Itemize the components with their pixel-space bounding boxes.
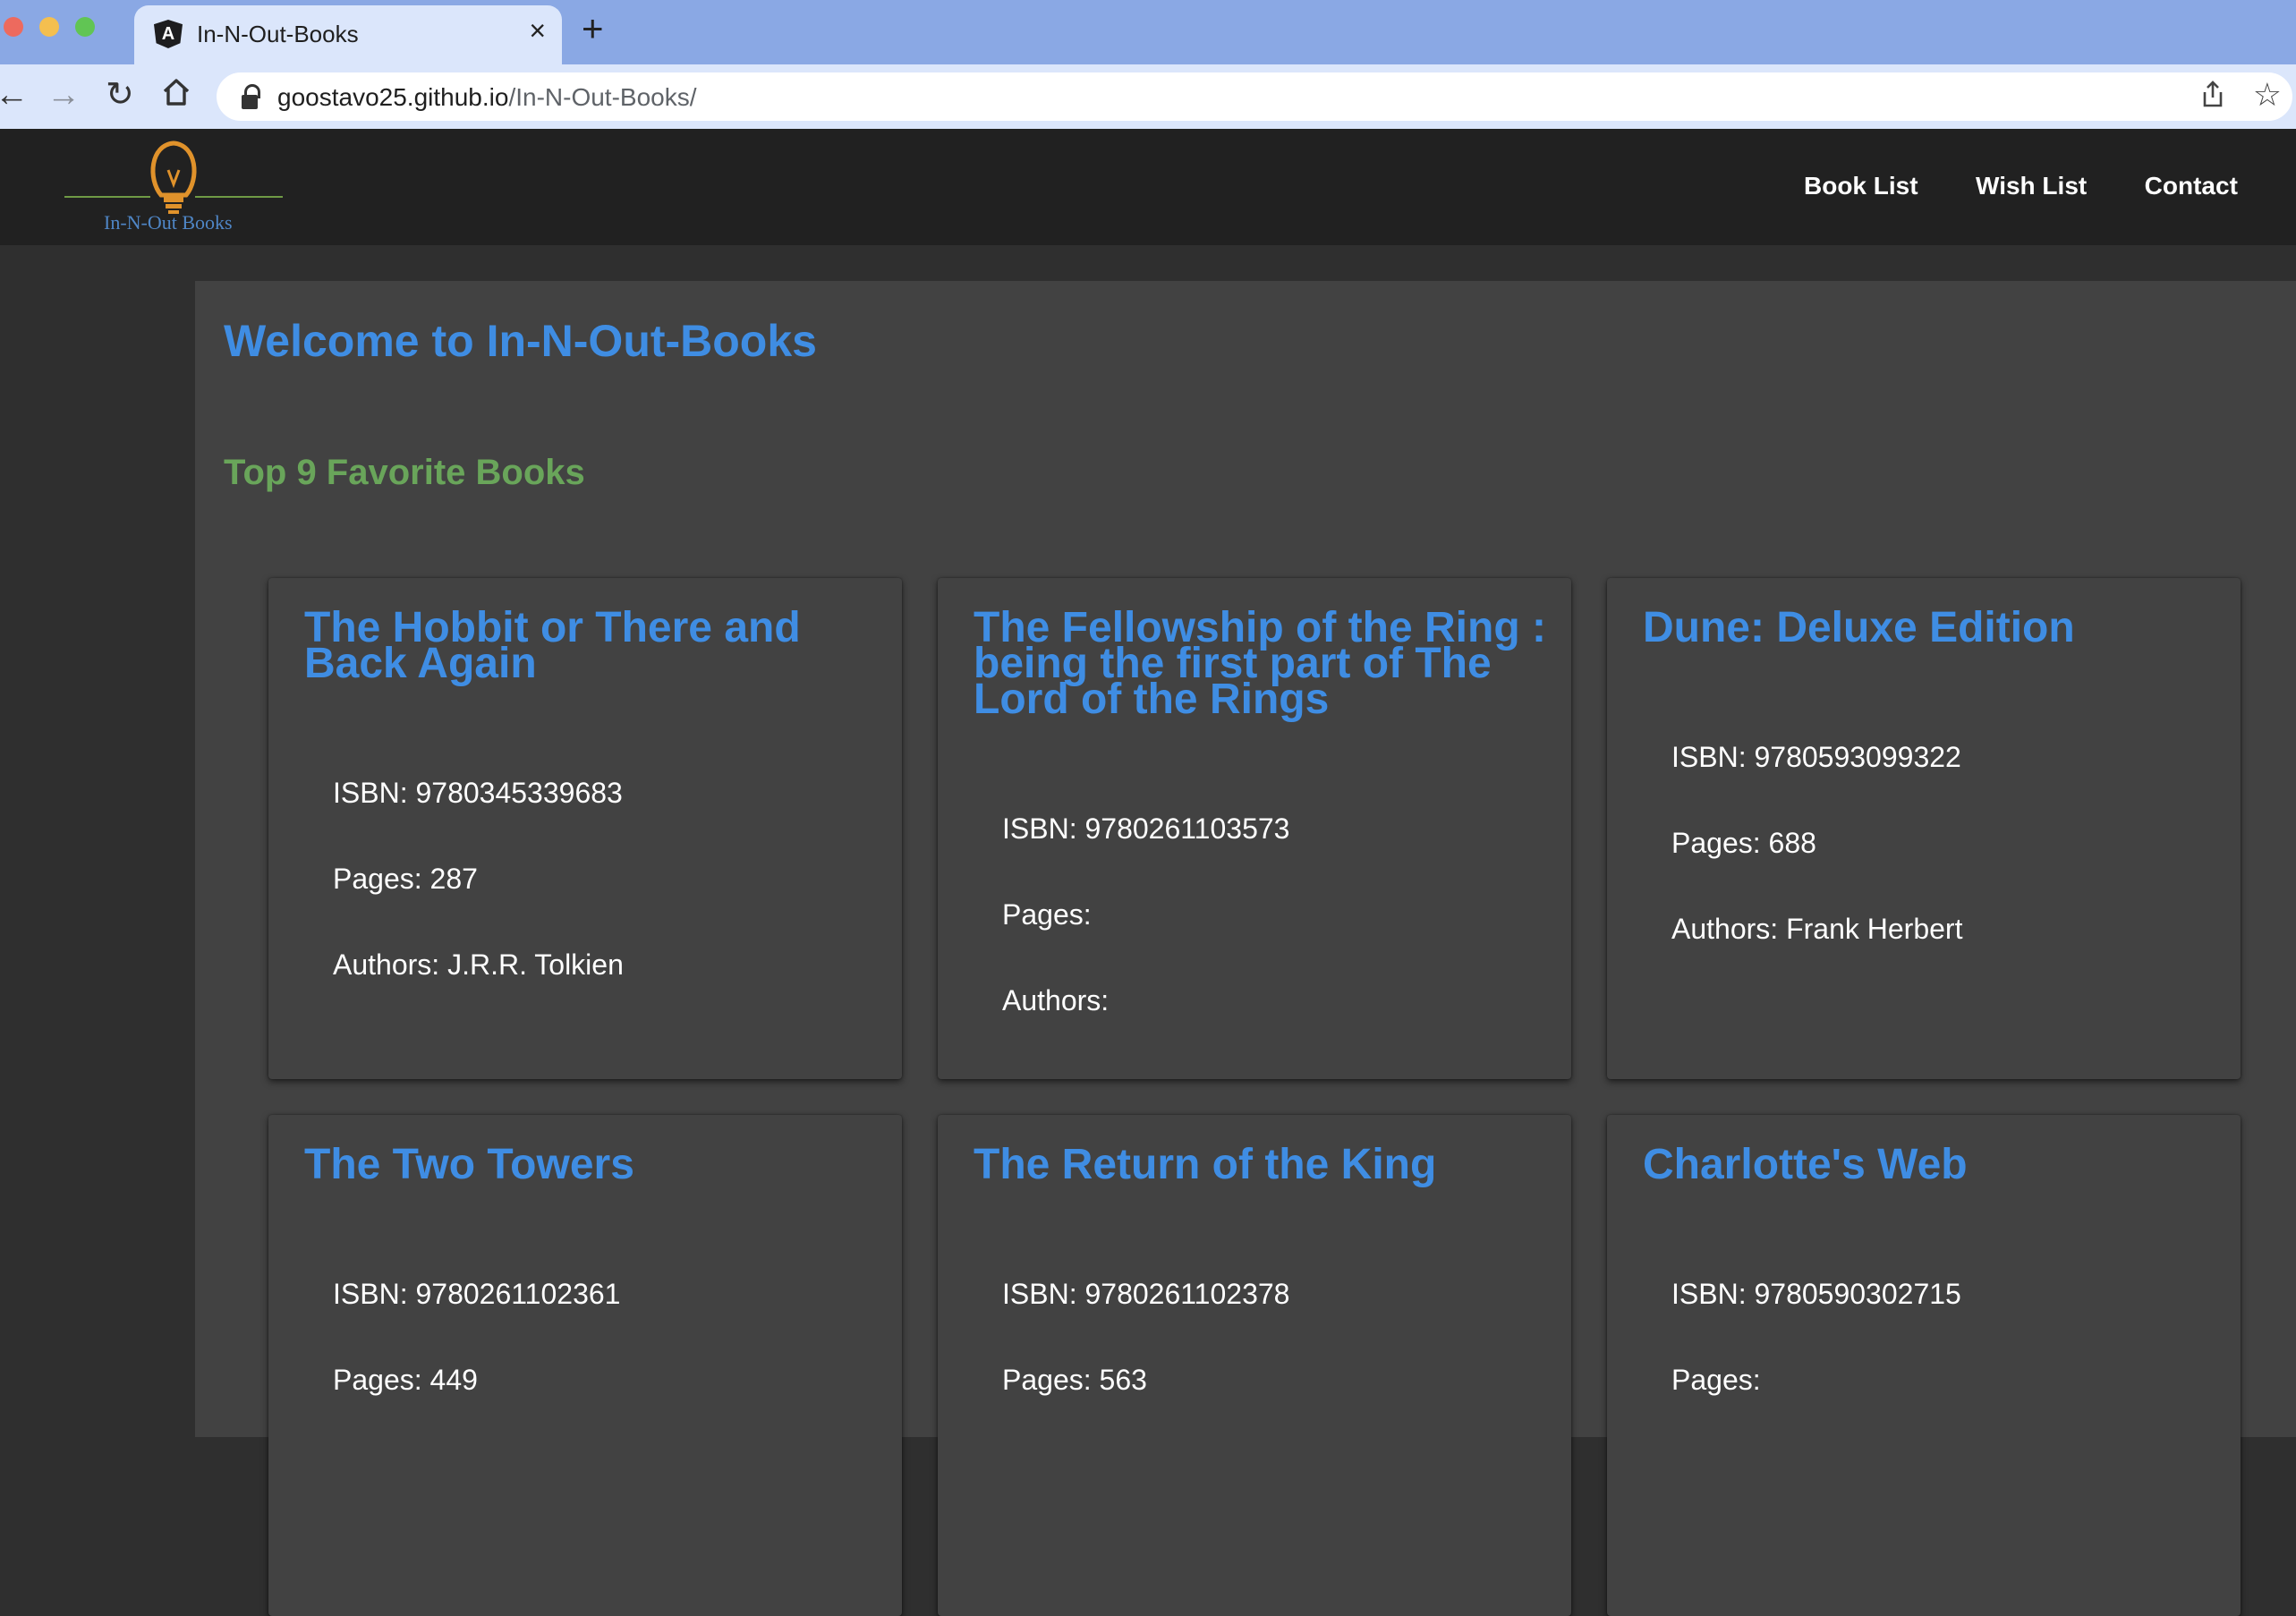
- site-header: In-N-Out Books Book List Wish List Conta…: [0, 129, 2296, 245]
- book-authors: Authors: J.R.R. Tolkien: [333, 948, 624, 981]
- browser-tab-strip: A In-N-Out-Books × +: [0, 0, 2296, 64]
- book-isbn: ISBN: 9780593099322: [1671, 741, 1961, 773]
- share-icon[interactable]: [2201, 80, 2224, 115]
- book-isbn: ISBN: 9780345339683: [333, 777, 623, 809]
- book-pages: Pages: 287: [333, 863, 478, 895]
- book-title[interactable]: Dune: Deluxe Edition: [1643, 607, 2215, 650]
- book-pages: Pages:: [1671, 1364, 1761, 1396]
- page-title: Welcome to In-N-Out-Books: [224, 316, 817, 366]
- window-zoom-dot[interactable]: [75, 17, 95, 37]
- book-title[interactable]: Charlotte's Web: [1643, 1144, 2215, 1186]
- book-pages: Pages: 563: [1002, 1364, 1147, 1396]
- section-subtitle: Top 9 Favorite Books: [224, 453, 585, 492]
- book-title[interactable]: The Return of the King: [974, 1144, 1546, 1186]
- home-icon[interactable]: [161, 77, 191, 115]
- url-text: goostavo25.github.io/In-N-Out-Books/: [277, 83, 697, 112]
- book-authors: Authors: Frank Herbert: [1671, 913, 1963, 945]
- window-minimize-dot[interactable]: [39, 17, 59, 37]
- book-title[interactable]: The Fellowship of the Ring : being the f…: [974, 607, 1546, 721]
- window-close-dot[interactable]: [4, 17, 23, 37]
- site-logo[interactable]: In-N-Out Books: [63, 134, 286, 242]
- lock-icon: [242, 84, 260, 109]
- site-nav: Book List Wish List Contact Ab: [1804, 172, 2296, 200]
- nav-wish-list[interactable]: Wish List: [1976, 172, 2087, 200]
- nav-contact[interactable]: Contact: [2145, 172, 2238, 200]
- reload-icon[interactable]: ↻: [106, 77, 134, 113]
- lightbulb-logo-icon: [64, 140, 283, 214]
- url-host: goostavo25.github.io: [277, 83, 509, 111]
- book-card[interactable]: Charlotte's Web ISBN: 9780590302715 Page…: [1607, 1115, 2241, 1616]
- book-card[interactable]: Dune: Deluxe Edition ISBN: 9780593099322…: [1607, 578, 2241, 1079]
- browser-tab[interactable]: A In-N-Out-Books ×: [134, 5, 562, 64]
- tab-title: In-N-Out-Books: [197, 21, 359, 47]
- forward-arrow-icon[interactable]: →: [47, 77, 81, 113]
- book-pages: Pages:: [1002, 898, 1092, 931]
- plus-icon[interactable]: +: [582, 7, 604, 50]
- back-arrow-icon[interactable]: ←: [0, 77, 29, 113]
- book-card[interactable]: The Two Towers ISBN: 9780261102361 Pages…: [268, 1115, 902, 1616]
- nav-book-list[interactable]: Book List: [1804, 172, 1918, 200]
- book-isbn: ISBN: 9780261103573: [1002, 812, 1290, 845]
- book-pages: Pages: 449: [333, 1364, 478, 1396]
- book-title[interactable]: The Hobbit or There and Back Again: [304, 607, 877, 685]
- book-isbn: ISBN: 9780261102361: [333, 1278, 621, 1310]
- main-content: Welcome to In-N-Out-Books Top 9 Favorite…: [195, 281, 2296, 1616]
- logo-text: In-N-Out Books: [104, 211, 233, 234]
- close-icon[interactable]: ×: [529, 14, 546, 47]
- star-icon[interactable]: ☆: [2253, 76, 2282, 114]
- url-path: /In-N-Out-Books/: [508, 83, 697, 111]
- book-card[interactable]: The Hobbit or There and Back Again ISBN:…: [268, 578, 902, 1079]
- book-pages: Pages: 688: [1671, 827, 1816, 859]
- book-card[interactable]: The Return of the King ISBN: 97802611023…: [938, 1115, 1571, 1616]
- book-card[interactable]: The Fellowship of the Ring : being the f…: [938, 578, 1571, 1079]
- book-title[interactable]: The Two Towers: [304, 1144, 877, 1186]
- address-bar[interactable]: goostavo25.github.io/In-N-Out-Books/ ☆: [217, 72, 2292, 121]
- book-authors: Authors:: [1002, 984, 1110, 1016]
- book-isbn: ISBN: 9780590302715: [1671, 1278, 1961, 1310]
- angular-favicon-icon: A: [154, 20, 183, 48]
- book-isbn: ISBN: 9780261102378: [1002, 1278, 1290, 1310]
- browser-toolbar: ← → ↻ goostavo25.github.io/In-N-Out-Book…: [0, 64, 2296, 129]
